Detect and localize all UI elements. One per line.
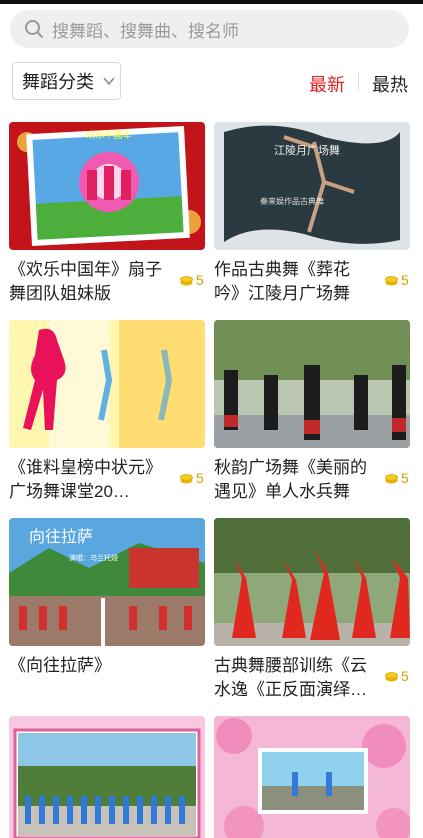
sort-newest-tab[interactable]: 最新	[309, 71, 345, 97]
coin-count: 5	[401, 272, 409, 288]
video-thumbnail[interactable]: 欢乐中国年	[9, 122, 205, 250]
coin-price: 5	[384, 470, 409, 486]
video-card[interactable]: 欢乐中国年 《欢乐中国年》扇子舞团队姐妹版 5	[9, 122, 205, 303]
category-dropdown[interactable]: 舞蹈分类	[12, 62, 121, 100]
thumbnail-overlay-text: 江陵月广场舞	[274, 143, 340, 157]
coin-price: 5	[179, 470, 204, 486]
video-title: 秋韵广场舞《美丽的遇见》单人水兵舞	[214, 458, 367, 501]
category-label: 舞蹈分类	[22, 72, 94, 92]
video-thumbnail[interactable]	[9, 716, 205, 838]
video-card[interactable]: 向往拉萨 演唱：乌兰托娅 《向往拉萨》	[9, 518, 205, 688]
video-title: 《向往拉萨》	[9, 656, 111, 675]
coin-icon	[385, 275, 398, 285]
video-card[interactable]: 古典舞腰部训练《云水逸《正反面演绎… 5	[214, 518, 410, 699]
coin-count: 5	[196, 470, 204, 486]
search-icon	[25, 20, 43, 38]
video-thumbnail[interactable]	[214, 518, 410, 646]
video-title: 古典舞腰部训练《云水逸《正反面演绎…	[214, 656, 367, 699]
video-thumbnail[interactable]	[214, 320, 410, 448]
video-card[interactable]	[214, 716, 410, 838]
status-bar	[0, 0, 423, 4]
video-thumbnail[interactable]: 江陵月广场舞 秦来娱作品古典舞	[214, 122, 410, 250]
coin-icon	[385, 671, 398, 681]
video-card[interactable]: 秋韵广场舞《美丽的遇见》单人水兵舞 5	[214, 320, 410, 501]
coin-icon	[180, 473, 193, 483]
video-title: 《谁料皇榜中状元》广场舞课堂20…	[9, 458, 162, 501]
coin-icon	[385, 473, 398, 483]
video-thumbnail[interactable]	[214, 716, 410, 838]
video-card[interactable]: 江陵月广场舞 秦来娱作品古典舞 作品古典舞《葬花吟》江陵月广场舞 5	[214, 122, 410, 303]
coin-price: 5	[179, 272, 204, 288]
sort-hot-tab[interactable]: 最热	[372, 71, 408, 97]
video-thumbnail[interactable]	[9, 320, 205, 448]
filter-bar: 舞蹈分类 最新 最热	[0, 60, 423, 104]
thumbnail-overlay-sub: 演唱：乌兰托娅	[69, 553, 118, 562]
coin-price: 5	[384, 668, 409, 684]
video-title: 《欢乐中国年》扇子舞团队姐妹版	[9, 260, 162, 303]
thumbnail-overlay-text: 向往拉萨	[29, 527, 93, 546]
thumbnail-overlay-text: 欢乐中国年	[86, 129, 131, 141]
coin-price: 5	[384, 272, 409, 288]
coin-count: 5	[196, 272, 204, 288]
coin-icon	[180, 275, 193, 285]
video-title: 作品古典舞《葬花吟》江陵月广场舞	[214, 260, 350, 303]
coin-count: 5	[401, 470, 409, 486]
sort-divider	[358, 73, 359, 91]
thumbnail-overlay-sub: 秦来娱作品古典舞	[260, 196, 324, 206]
chevron-down-icon	[103, 77, 115, 86]
coin-count: 5	[401, 668, 409, 684]
search-input[interactable]: 搜舞蹈、搜舞曲、搜名师	[10, 10, 409, 48]
search-placeholder: 搜舞蹈、搜舞曲、搜名师	[52, 21, 239, 41]
video-card[interactable]: 《谁料皇榜中状元》广场舞课堂20… 5	[9, 320, 205, 501]
video-card[interactable]	[9, 716, 205, 838]
video-thumbnail[interactable]: 向往拉萨 演唱：乌兰托娅	[9, 518, 205, 646]
